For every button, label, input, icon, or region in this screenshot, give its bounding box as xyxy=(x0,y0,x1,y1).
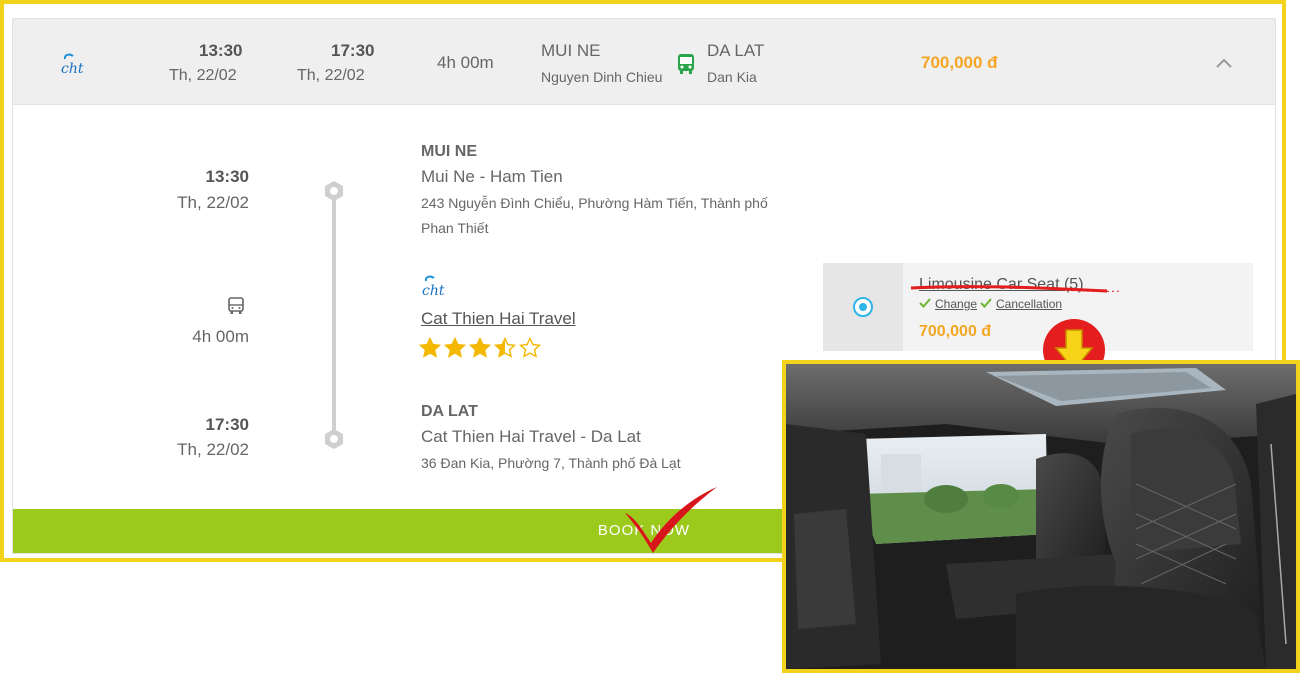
star-empty-icon xyxy=(519,337,541,358)
star-filled-icon xyxy=(419,337,441,358)
origin-title: MUI NE xyxy=(421,143,477,160)
change-policy-link[interactable]: Change xyxy=(935,297,977,311)
destination-name: Cat Thien Hai Travel - Da Lat xyxy=(421,427,641,446)
seat-price: 700,000 đ xyxy=(919,323,992,340)
cancellation-policy-link[interactable]: Cancellation xyxy=(996,297,1062,311)
detail-depart-time: 13:30 xyxy=(205,167,249,186)
svg-text:cht: cht xyxy=(422,283,445,298)
cat-thien-hai-logo-icon: cht xyxy=(61,53,84,76)
header-depart-date: Th, 22/02 xyxy=(169,67,237,84)
star-half-icon xyxy=(494,337,516,358)
timeline-line xyxy=(332,191,336,439)
star-filled-icon xyxy=(444,337,466,358)
rating-stars xyxy=(419,337,541,359)
seat-radio-button[interactable] xyxy=(853,297,873,317)
star-filled-icon xyxy=(469,337,491,358)
header-arrive-date: Th, 22/02 xyxy=(297,67,365,84)
limousine-interior-photo xyxy=(782,360,1300,673)
destination-title: DA LAT xyxy=(421,403,478,420)
origin-address: 243 Nguyễn Đình Chiểu, Phường Hàm Tiến, … xyxy=(421,195,768,236)
header-duration: 4h 00m xyxy=(437,53,494,72)
header-destination: DA LAT xyxy=(707,41,765,60)
header-arrive-time: 17:30 xyxy=(331,41,375,60)
seat-radio-cell xyxy=(823,263,903,351)
header-destination-sub: Dan Kia xyxy=(707,69,757,85)
detail-arrive-date: Th, 22/02 xyxy=(177,440,249,459)
header-price: 700,000 đ xyxy=(921,53,998,72)
header-depart-time: 13:30 xyxy=(199,41,243,60)
cat-thien-hai-logo-icon: cht xyxy=(422,275,445,298)
destination-address: 36 Đan Kia, Phường 7, Thành phố Đà Lạt xyxy=(421,455,681,471)
bus-icon xyxy=(678,54,694,74)
timeline-start-node-icon xyxy=(325,181,343,201)
check-icon xyxy=(980,298,992,308)
origin-name: Mui Ne - Ham Tien xyxy=(421,167,563,186)
timeline-end-node-icon xyxy=(325,429,343,449)
trip-summary-row[interactable]: cht 13:30 Th, 22/02 17:30 Th, 22/02 4h 0… xyxy=(13,19,1275,105)
seat-option[interactable]: Limousine Car Seat (5) Change Cancellati… xyxy=(823,263,1253,351)
red-checkmark-annotation-icon xyxy=(625,487,717,553)
check-icon xyxy=(919,298,931,308)
header-origin-sub: Nguyen Dinh Chieu xyxy=(541,69,663,85)
company-link[interactable]: Cat Thien Hai Travel xyxy=(421,309,576,329)
detail-duration: 4h 00m xyxy=(192,327,249,346)
header-origin: MUI NE xyxy=(541,41,601,60)
detail-arrive-time: 17:30 xyxy=(205,415,249,434)
bus-icon xyxy=(228,297,244,314)
svg-text:cht: cht xyxy=(61,61,84,76)
chevron-up-icon[interactable] xyxy=(1215,57,1233,69)
detail-depart-date: Th, 22/02 xyxy=(177,193,249,212)
